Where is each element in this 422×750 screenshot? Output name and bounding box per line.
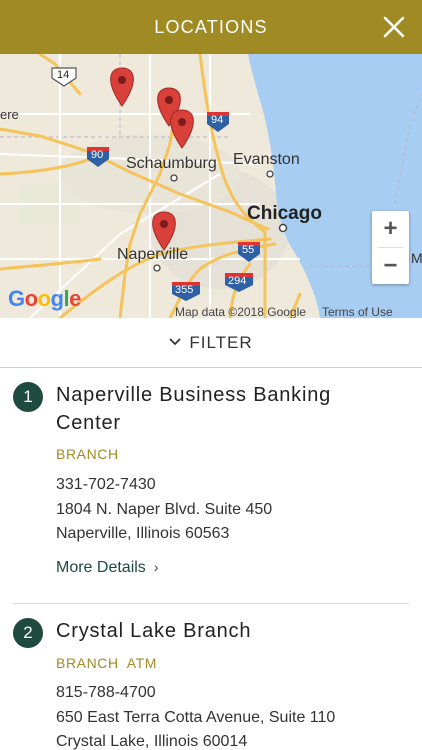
location-card[interactable]: 2 Crystal Lake Branch BRANCH ATM 815-788-… [0, 604, 422, 750]
close-button[interactable] [376, 9, 412, 45]
zoom-in-button[interactable]: + [372, 211, 409, 247]
chevron-right-icon: › [153, 559, 159, 575]
map-label-edge: M [411, 250, 422, 266]
location-address-line1: 650 East Terra Cotta Avenue, Suite 110 [56, 709, 336, 726]
location-name[interactable]: Crystal Lake Branch [56, 617, 396, 645]
google-logo: Google [8, 286, 81, 311]
more-details-label: More Details [56, 559, 146, 576]
location-name[interactable]: Naperville Business Banking Center [56, 381, 396, 437]
map-view[interactable]: 14 94 90 55 355 294 ere Schaumburg Evans… [0, 54, 422, 318]
map-label-naperville: Naperville [117, 246, 189, 263]
page-title: LOCATIONS [154, 17, 268, 37]
location-type-tag: BRANCH [56, 446, 119, 462]
highway-label: 90 [91, 149, 104, 161]
filter-content: FILTER [169, 318, 252, 368]
header-bar: LOCATIONS [0, 0, 422, 54]
map-attribution: Map data ©2018 Google Terms of Use [175, 305, 409, 318]
map-canvas[interactable] [0, 54, 422, 318]
location-address-line2: Crystal Lake, Illinois 60014 [56, 733, 248, 750]
zoom-controls: + − [372, 211, 409, 284]
terms-of-use-link[interactable]: Terms of Use [322, 305, 393, 318]
highway-label: 355 [175, 284, 194, 296]
map-label-evanston: Evanston [233, 151, 300, 168]
location-type-tags: BRANCH [56, 446, 127, 462]
location-type-tag: BRANCH [56, 655, 119, 671]
location-address-line2: Naperville, Illinois 60563 [56, 525, 230, 542]
filter-button[interactable]: FILTER [0, 318, 422, 368]
location-address-line1: 1804 N. Naper Blvd. Suite 450 [56, 501, 273, 518]
close-icon[interactable] [376, 9, 412, 45]
highway-label: 55 [242, 244, 255, 256]
map-label-edge: ere [0, 107, 19, 122]
location-type-tag: ATM [126, 655, 158, 671]
highway-label: 94 [211, 114, 224, 126]
map-label-schaumburg: Schaumburg [126, 155, 217, 172]
map-data-credit: Map data ©2018 Google [175, 305, 306, 318]
location-type-tags: BRANCH ATM [56, 655, 165, 671]
highway-label: 294 [228, 275, 247, 287]
location-number-badge: 2 [13, 618, 43, 648]
location-phone[interactable]: 815-788-4700 [56, 684, 156, 702]
map-label-chicago: Chicago [247, 203, 322, 224]
chevron-down-icon [169, 338, 181, 345]
more-details-link[interactable]: More Details › [56, 559, 158, 577]
location-number-badge: 1 [13, 382, 43, 412]
location-phone[interactable]: 331-702-7430 [56, 476, 156, 494]
highway-label: 14 [57, 69, 70, 81]
zoom-out-button[interactable]: − [372, 248, 409, 284]
location-card[interactable]: 1 Naperville Business Banking Center BRA… [0, 368, 422, 608]
filter-label: FILTER [189, 333, 253, 352]
